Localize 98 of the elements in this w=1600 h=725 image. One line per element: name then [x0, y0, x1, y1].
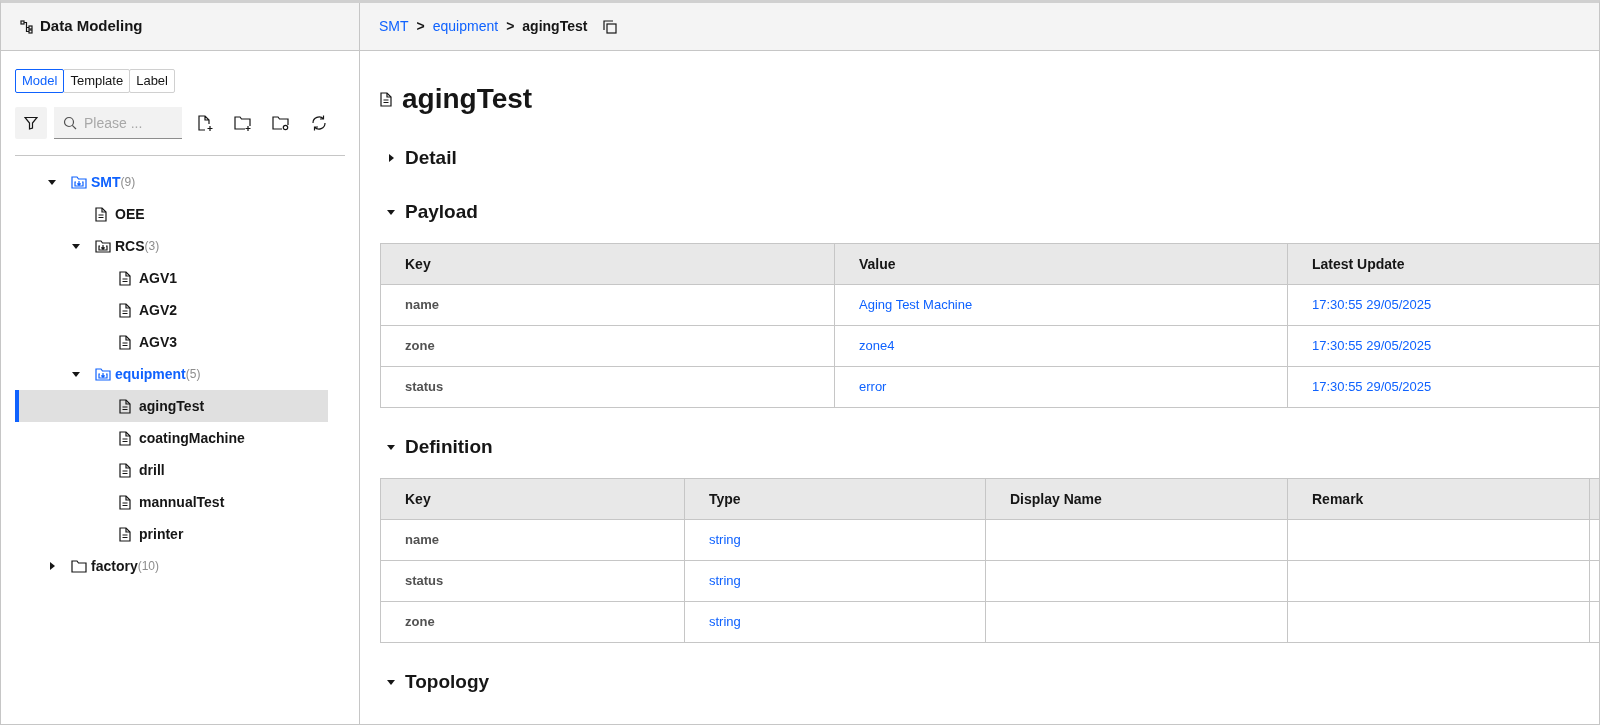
- page-title: agingTest: [402, 82, 533, 116]
- tree-label: OEE: [115, 204, 145, 224]
- tree-item[interactable]: AGV1: [15, 262, 328, 294]
- table-cell-text: string: [709, 531, 741, 550]
- breadcrumb-link[interactable]: equipment: [432, 16, 499, 37]
- tree-item[interactable]: SMT(9): [15, 166, 328, 198]
- caret-icon[interactable]: [71, 369, 81, 379]
- tab[interactable]: Model: [15, 69, 65, 93]
- tree-label: SMT: [91, 172, 121, 192]
- breadcrumb-text: >: [506, 17, 515, 36]
- section-header[interactable]: Payload: [386, 197, 478, 227]
- caret-icon[interactable]: [47, 177, 57, 187]
- caret-icon[interactable]: [386, 442, 396, 452]
- table-cell-text: status: [405, 378, 444, 397]
- breadcrumb-link[interactable]: SMT: [379, 16, 409, 37]
- tree-item[interactable]: drill: [15, 454, 328, 486]
- tree-item[interactable]: agingTest: [15, 390, 328, 422]
- tree-label: factory: [91, 556, 138, 576]
- caret-icon[interactable]: [47, 561, 57, 571]
- column-header: Type: [709, 489, 741, 509]
- table-cell-text: zone: [405, 613, 435, 632]
- search-icon: [63, 116, 77, 130]
- table-cell-text: Aging Test Machine: [859, 296, 973, 315]
- table-cell-text: status: [405, 572, 444, 591]
- document-icon: [119, 398, 131, 414]
- folder-settings-icon[interactable]: [272, 114, 290, 132]
- table-cell-text: 17:30:55 29/05/2025: [1312, 378, 1432, 397]
- tree-item[interactable]: RCS(3): [15, 230, 328, 262]
- table-cell-text: string: [709, 613, 741, 632]
- document-icon: [119, 462, 131, 478]
- tree-label: agingTest: [139, 396, 205, 416]
- item-count: (9): [120, 174, 136, 191]
- table-cell-text: name: [405, 531, 439, 550]
- column-header: Remark: [1312, 489, 1364, 509]
- folder-icon: [95, 239, 111, 253]
- tree-label: AGV1: [139, 268, 178, 288]
- filter-icon: [24, 116, 38, 130]
- add-file-icon[interactable]: [196, 114, 214, 132]
- table-cell-text: zone4: [859, 337, 895, 356]
- document-icon: [119, 494, 131, 510]
- hierarchy-icon: [20, 19, 34, 34]
- tree-label: drill: [139, 460, 165, 480]
- caret-icon[interactable]: [386, 207, 396, 217]
- table-cell-text: 17:30:55 29/05/2025: [1312, 296, 1432, 315]
- column-header: Latest Update: [1312, 254, 1405, 274]
- document-icon: [119, 430, 131, 446]
- table-cell-text: name: [405, 296, 439, 315]
- table-cell-text: string: [709, 572, 741, 591]
- caret-icon[interactable]: [386, 677, 396, 687]
- table-cell-text: 17:30:55 29/05/2025: [1312, 337, 1432, 356]
- item-count: (3): [144, 238, 160, 255]
- item-count: (10): [137, 558, 160, 573]
- folder-icon: [95, 367, 111, 381]
- document-icon: [380, 91, 392, 107]
- breadcrumb-text: agingTest: [522, 17, 588, 36]
- document-icon: [119, 526, 131, 542]
- tab[interactable]: Label: [129, 69, 175, 93]
- tree-label: AGV3: [139, 332, 178, 352]
- tree-label: AGV2: [139, 300, 178, 320]
- document-icon: [119, 302, 131, 318]
- sidebar-title: Data Modeling: [40, 16, 143, 37]
- tab[interactable]: Template: [63, 69, 131, 93]
- breadcrumb-text: >: [416, 17, 425, 36]
- column-header: Key: [405, 489, 431, 509]
- caret-icon[interactable]: [71, 241, 81, 251]
- item-count: (5): [185, 366, 201, 381]
- table-cell-text: error: [859, 378, 887, 397]
- document-icon: [119, 334, 131, 350]
- column-header: Display Name: [1010, 489, 1102, 509]
- caret-icon[interactable]: [386, 153, 396, 163]
- section-header[interactable]: Detail: [386, 143, 457, 173]
- tree-item[interactable]: AGV2: [15, 294, 328, 326]
- tree-label: coatingMachine: [139, 428, 245, 448]
- copy-icon[interactable]: [603, 19, 618, 34]
- tree-item[interactable]: AGV3: [15, 326, 328, 358]
- section-header[interactable]: Topology: [386, 667, 490, 697]
- column-header: Key: [405, 254, 431, 274]
- document-icon: [119, 270, 131, 286]
- tree-label: RCS: [115, 236, 145, 256]
- tree-item[interactable]: printer: [15, 518, 328, 550]
- tree-item[interactable]: factory(10): [15, 550, 328, 582]
- column-header: Value: [859, 254, 896, 274]
- tree-item[interactable]: mannualTest: [15, 486, 328, 518]
- tree-label: printer: [139, 524, 184, 544]
- tree-item[interactable]: OEE: [15, 198, 328, 230]
- section-header[interactable]: Definition: [386, 432, 493, 462]
- refresh-icon[interactable]: [310, 114, 328, 132]
- folder-icon: [71, 175, 87, 189]
- tree-label: mannualTest: [139, 492, 225, 512]
- filter-button[interactable]: [15, 107, 47, 139]
- tree-item[interactable]: equipment(5): [15, 358, 328, 390]
- folder-icon: [71, 559, 87, 573]
- table-cell-text: zone: [405, 337, 435, 356]
- tree-item[interactable]: coatingMachine: [15, 422, 328, 454]
- search-field[interactable]: Please ...: [54, 107, 182, 139]
- document-icon: [95, 206, 107, 222]
- tree-label: equipment: [115, 364, 186, 384]
- add-folder-icon[interactable]: [234, 114, 252, 132]
